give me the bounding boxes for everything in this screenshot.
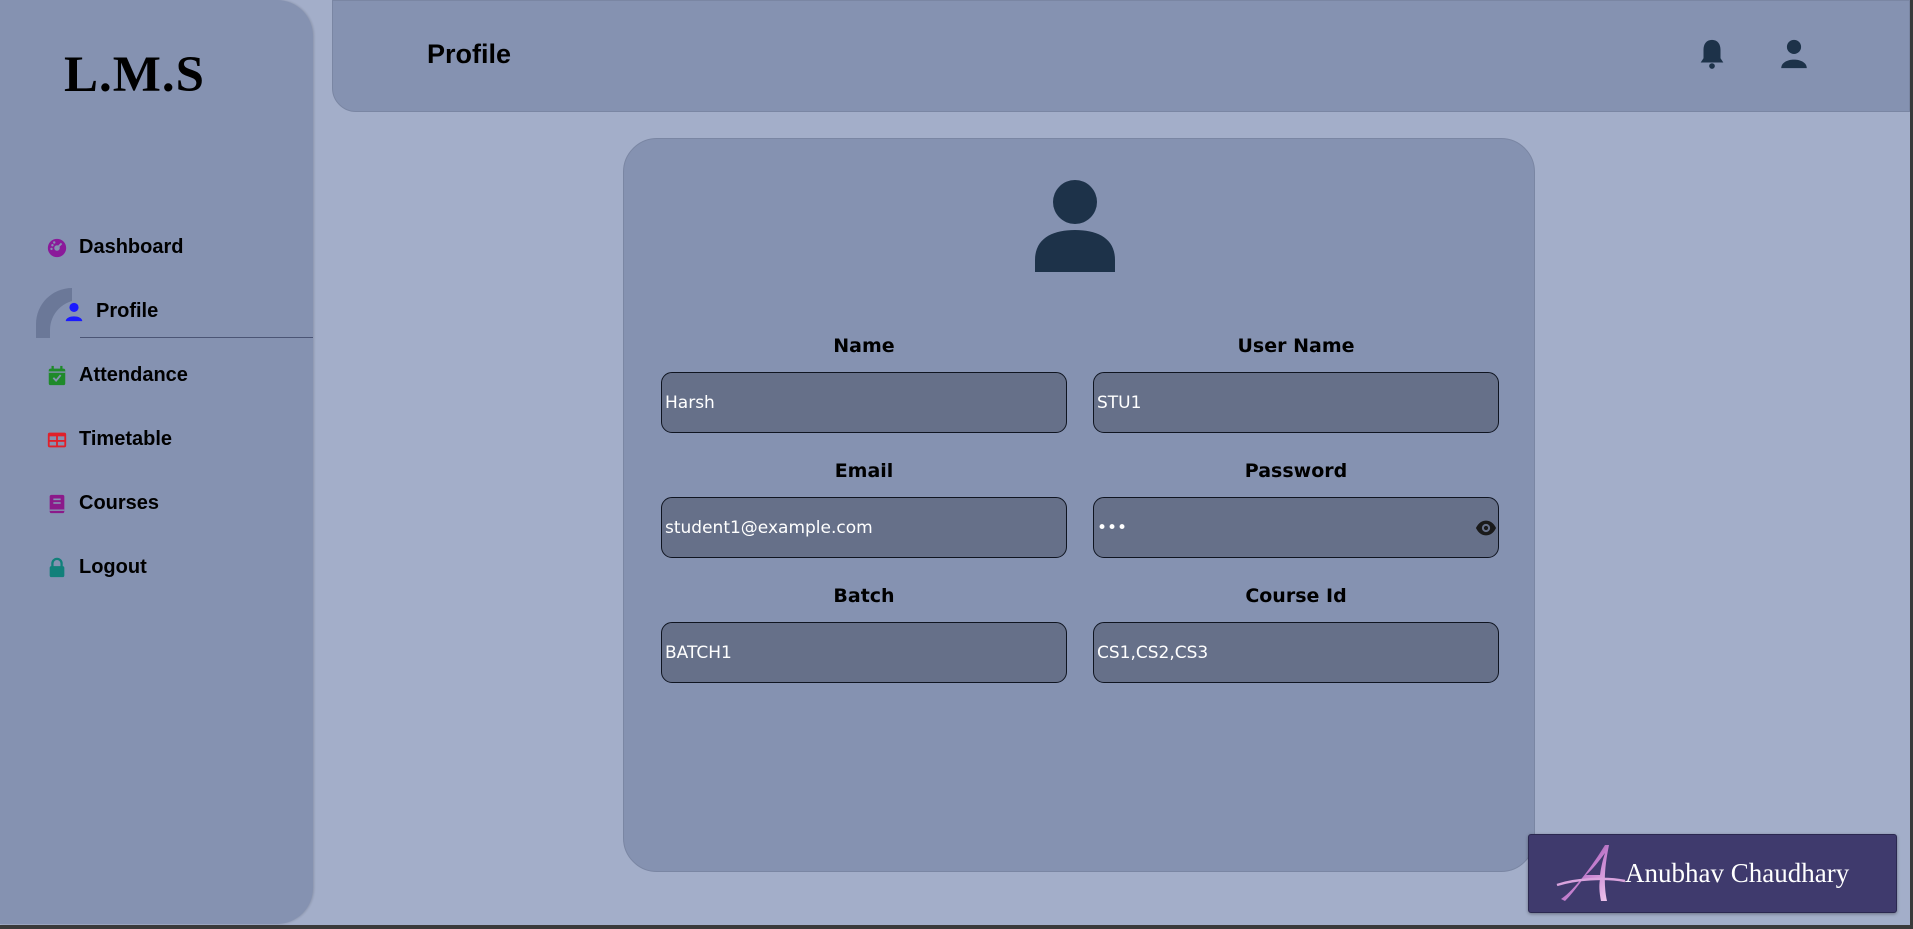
password-field[interactable] bbox=[1093, 497, 1499, 558]
user-account-icon[interactable] bbox=[1777, 37, 1811, 71]
username-label: User Name bbox=[1237, 335, 1355, 357]
batch-label: Batch bbox=[833, 585, 895, 607]
username-field[interactable] bbox=[1093, 372, 1499, 433]
calendar-check-icon bbox=[48, 365, 66, 385]
sidebar-item-label: Courses bbox=[79, 492, 160, 514]
app-logo: L.M.S bbox=[64, 47, 206, 103]
show-password-icon[interactable] bbox=[1475, 517, 1497, 539]
lock-icon bbox=[49, 557, 65, 577]
course-id-field[interactable] bbox=[1093, 622, 1499, 683]
avatar-icon bbox=[1035, 180, 1115, 272]
sidebar-item-label: Dashboard bbox=[79, 236, 184, 258]
signature-a-logo bbox=[1556, 844, 1626, 901]
sidebar-item-label: Profile bbox=[96, 300, 159, 322]
profile-card: Name User Name Email Password Batch Cour… bbox=[623, 138, 1535, 872]
email-field[interactable] bbox=[661, 497, 1067, 558]
name-field[interactable] bbox=[661, 372, 1067, 433]
batch-field[interactable] bbox=[661, 622, 1067, 683]
sidebar-item-timetable[interactable]: Timetable bbox=[46, 428, 172, 451]
sidebar-item-profile[interactable]: Profile bbox=[63, 300, 158, 323]
sidebar-item-label: Logout bbox=[79, 556, 147, 578]
sidebar-item-attendance[interactable]: Attendance bbox=[46, 364, 188, 387]
sidebar-item-dashboard[interactable]: Dashboard bbox=[46, 236, 183, 259]
window-frame-bottom bbox=[0, 925, 1913, 929]
sidebar-item-logout[interactable]: Logout bbox=[46, 556, 147, 579]
sidebar: L.M.S Dashboard Profile Attendance Timet… bbox=[0, 0, 313, 924]
sidebar-item-courses[interactable]: Courses bbox=[46, 492, 159, 515]
top-header: Profile bbox=[332, 0, 1910, 112]
course-id-label: Course Id bbox=[1245, 585, 1347, 607]
page-title: Profile bbox=[427, 39, 512, 69]
table-icon bbox=[47, 432, 67, 447]
sidebar-item-label: Timetable bbox=[79, 428, 172, 450]
email-label: Email bbox=[834, 460, 894, 482]
signature-badge: Anubhav Chaudhary bbox=[1528, 834, 1897, 913]
password-label: Password bbox=[1244, 460, 1348, 482]
signature-name: Anubhav Chaudhary bbox=[1625, 858, 1850, 888]
sidebar-item-label: Attendance bbox=[79, 364, 188, 386]
name-label: Name bbox=[833, 335, 895, 357]
book-icon bbox=[49, 494, 65, 513]
bell-icon[interactable] bbox=[1695, 37, 1729, 71]
dashboard-icon bbox=[47, 238, 67, 257]
user-icon bbox=[65, 302, 83, 321]
